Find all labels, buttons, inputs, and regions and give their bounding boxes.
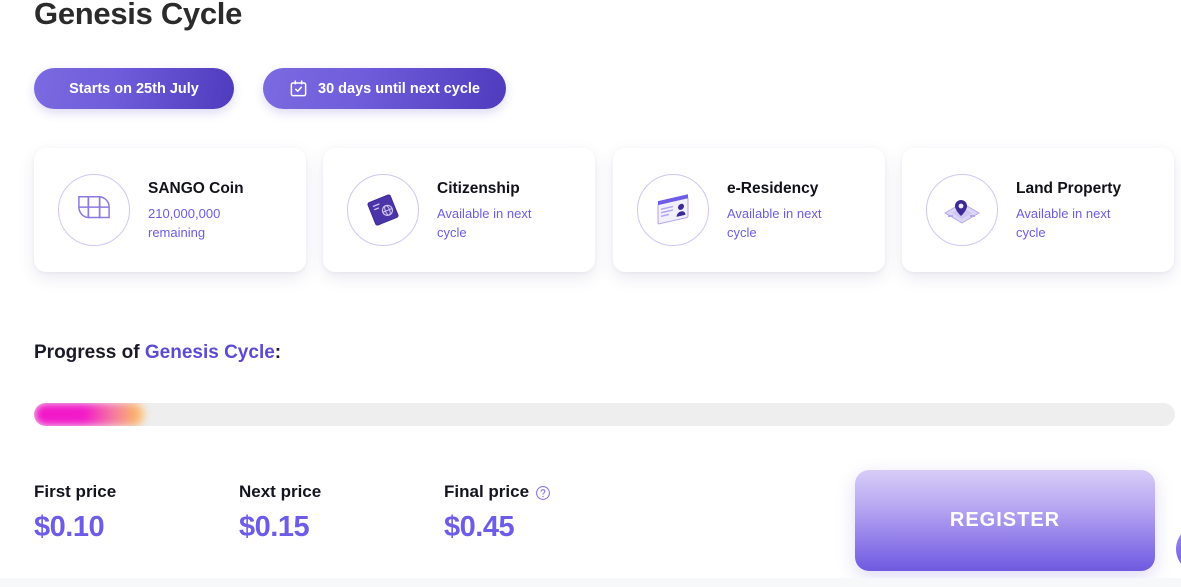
progress-heading-prefix: Progress of — [34, 342, 145, 363]
progress-bar-track[interactable] — [34, 403, 1175, 426]
id-card-icon — [637, 174, 709, 246]
progress-heading-suffix: : — [274, 342, 282, 363]
price-label-text: Next price — [239, 482, 322, 501]
price-tiers: First price $0.10 Next price $0.15 Final… — [34, 480, 649, 550]
card-subtitle: Available in next cycle — [727, 205, 822, 240]
price-value: $0.15 — [239, 511, 310, 543]
progress-bar-fill — [34, 403, 145, 426]
price-value: $0.10 — [34, 511, 105, 543]
calendar-check-icon — [289, 79, 308, 98]
card-title: SANGO Coin — [148, 179, 244, 197]
progress-heading: Progress of Genesis Cycle: — [34, 340, 281, 366]
passport-icon — [347, 174, 419, 246]
register-button[interactable]: REGISTER — [855, 470, 1155, 571]
card-subtitle: 210,000,000 remaining — [148, 205, 221, 240]
price-tier-first: First price $0.10 — [34, 480, 239, 550]
question-circle-icon[interactable] — [535, 484, 551, 500]
card-land-property[interactable]: Land Property Available in next cycle — [902, 148, 1174, 272]
next-cycle-countdown-pill[interactable]: 30 days until next cycle — [263, 68, 506, 109]
price-label-text: First price — [34, 482, 117, 501]
land-map-pin-icon — [926, 174, 998, 246]
price-label: First price — [34, 480, 239, 504]
card-land-property-text: Land Property Available in next cycle — [1016, 179, 1136, 242]
price-tier-final: Final price $0.45 — [444, 480, 649, 550]
price-label: Final price — [444, 480, 649, 504]
card-subtitle: Available in next cycle — [1016, 205, 1111, 240]
card-citizenship-text: Citizenship Available in next cycle — [437, 179, 557, 242]
card-subtitle: Available in next cycle — [437, 205, 532, 240]
start-date-pill-label: Starts on 25th July — [69, 80, 199, 97]
card-e-residency-text: e-Residency Available in next cycle — [727, 179, 847, 242]
page-title: Genesis Cycle — [34, 0, 243, 31]
section-divider — [0, 578, 1181, 587]
card-sango-coin-text: SANGO Coin 210,000,000 remaining — [148, 179, 268, 242]
card-title: e-Residency — [727, 179, 819, 197]
card-title: Citizenship — [437, 179, 520, 197]
price-value: $0.45 — [444, 511, 515, 543]
price-label: Next price — [239, 480, 444, 504]
progress-heading-cycle-name: Genesis Cycle — [144, 342, 275, 363]
card-e-residency[interactable]: e-Residency Available in next cycle — [613, 148, 885, 272]
offering-cards-row: SANGO Coin 210,000,000 remaining Citizen… — [0, 148, 1181, 272]
price-label-text: Final price — [444, 482, 530, 501]
status-pill-row: Starts on 25th July 30 days until next c… — [34, 68, 506, 109]
sango-coin-logo-icon — [58, 174, 130, 246]
edge-decoration-orb — [1176, 525, 1181, 573]
genesis-cycle-section: Genesis Cycle Starts on 25th July 30 day… — [0, 0, 1181, 587]
next-cycle-countdown-label: 30 days until next cycle — [318, 80, 480, 97]
price-tier-next: Next price $0.15 — [239, 480, 444, 550]
start-date-pill[interactable]: Starts on 25th July — [34, 68, 234, 109]
card-citizenship[interactable]: Citizenship Available in next cycle — [323, 148, 595, 272]
card-title: Land Property — [1016, 179, 1122, 197]
card-sango-coin[interactable]: SANGO Coin 210,000,000 remaining — [34, 148, 306, 272]
